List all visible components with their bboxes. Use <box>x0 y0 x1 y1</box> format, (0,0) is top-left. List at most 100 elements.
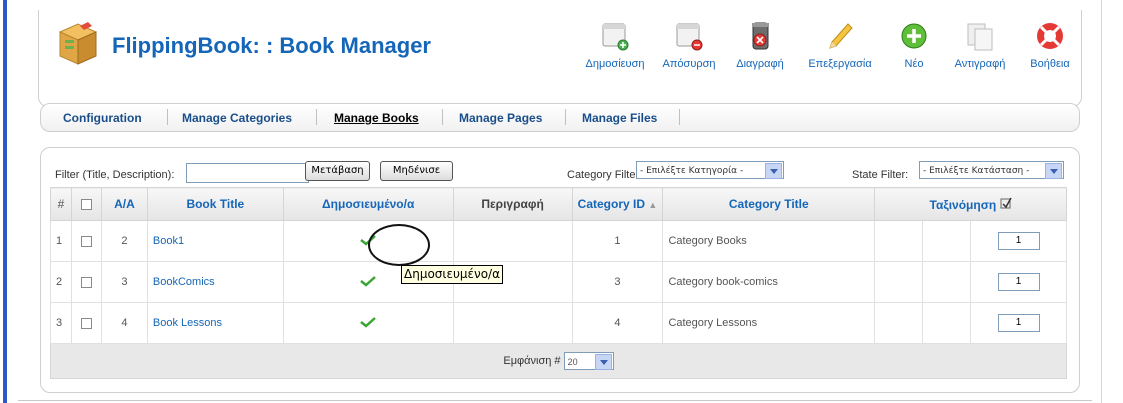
row-description <box>452 302 573 344</box>
tab-separator <box>679 109 680 125</box>
new-button[interactable]: Νέο <box>898 20 930 70</box>
unpublish-button[interactable]: Απόσυρση <box>659 20 719 70</box>
row-description <box>452 220 573 262</box>
col-book-title[interactable]: Book Title <box>146 187 284 221</box>
copy-button[interactable]: Αντιγραφή <box>951 20 1009 70</box>
book-title-link[interactable]: Book Lessons <box>146 302 284 344</box>
tab-configuration[interactable]: Configuration <box>63 111 142 125</box>
tab-manage-pages[interactable]: Manage Pages <box>459 111 542 125</box>
row-select <box>70 302 102 344</box>
category-filter-select[interactable]: - Επιλέξτε Κατηγορία - <box>636 161 784 179</box>
unpublish-icon <box>673 20 705 52</box>
state-filter-label: State Filter: <box>852 169 909 181</box>
page-title: FlippingBook: : Book Manager <box>112 33 431 58</box>
tab-separator <box>167 109 168 125</box>
row-category-id: 4 <box>571 302 664 344</box>
tab-manage-books[interactable]: Manage Books <box>334 111 419 125</box>
row-checkbox[interactable] <box>80 317 92 329</box>
col-category-id[interactable]: Category ID ▲ <box>571 187 664 221</box>
row-category-title: Category Books <box>662 220 876 262</box>
col-published[interactable]: Δημοσιευμένο/α <box>282 187 454 221</box>
edit-label: Επεξεργασία <box>808 58 872 70</box>
reset-button[interactable]: Μηδένισε <box>380 161 453 181</box>
row-category-title: Category book-comics <box>662 261 876 303</box>
book-title-link[interactable]: BookComics <box>146 261 284 303</box>
new-label: Νέο <box>904 58 924 70</box>
published-tooltip: Δημοσιευμένο/α <box>401 265 504 284</box>
row-order-up <box>874 302 924 344</box>
col-aa[interactable]: A/A <box>100 187 148 221</box>
publish-icon <box>599 20 631 52</box>
row-category-id: 3 <box>571 261 664 303</box>
row-published <box>282 302 454 344</box>
go-button[interactable]: Μετάβαση <box>305 161 370 181</box>
delete-label: Διαγραφή <box>736 58 784 70</box>
help-icon <box>1034 20 1066 52</box>
col-ordering-label: Ταξινόμηση <box>929 197 997 212</box>
edit-icon <box>824 20 856 52</box>
display-count-value: 20 <box>567 357 578 367</box>
edit-button[interactable]: Επεξεργασία <box>804 20 876 70</box>
chevron-down-icon <box>594 354 612 370</box>
row-checkbox[interactable] <box>80 276 92 288</box>
state-filter-value: - Επιλέξτε Κατάσταση - <box>923 166 1030 176</box>
row-order-up <box>874 261 924 303</box>
pagination-footer: Εμφάνιση # 20 <box>50 343 1067 379</box>
col-ordering[interactable]: Ταξινόμηση <box>874 187 1067 221</box>
book-manager-logo-icon <box>56 20 98 68</box>
sort-asc-icon: ▲ <box>648 200 658 210</box>
copy-label: Αντιγραφή <box>954 58 1006 70</box>
chevron-down-icon <box>1045 163 1062 179</box>
category-filter-label: Category Filter: <box>567 169 643 181</box>
row-checkbox[interactable] <box>80 235 92 247</box>
tab-manage-files[interactable]: Manage Files <box>582 111 657 125</box>
row-select <box>70 220 102 262</box>
right-divider <box>1101 0 1102 403</box>
publish-label: Δημοσίευση <box>585 58 645 70</box>
table-row: 2 3 BookComics 3 Category book-comics 1 <box>50 261 1067 303</box>
delete-icon <box>744 20 776 52</box>
row-aa: 2 <box>100 220 148 262</box>
annotation-circle <box>368 224 430 266</box>
display-count-label: Εμφάνιση # <box>503 354 561 367</box>
row-order-up <box>874 220 924 262</box>
row-aa: 3 <box>100 261 148 303</box>
category-filter-value: - Επιλέξτε Κατηγορία - <box>640 166 744 176</box>
table-header-row: # A/A Book Title Δημοσιευμένο/α Περιγραφ… <box>50 187 1067 221</box>
col-description: Περιγραφή <box>452 187 573 221</box>
published-check-icon[interactable] <box>360 316 377 328</box>
row-order-cell: 1 <box>970 302 1067 344</box>
row-number: 2 <box>50 261 72 303</box>
order-input[interactable]: 1 <box>997 232 1040 250</box>
select-all-checkbox[interactable] <box>80 199 92 211</box>
row-order-cell: 1 <box>970 261 1067 303</box>
publish-button[interactable]: Δημοσίευση <box>585 20 645 70</box>
order-input[interactable]: 1 <box>997 314 1040 332</box>
row-order-cell: 1 <box>970 220 1067 262</box>
tab-separator <box>565 109 566 125</box>
unpublish-label: Απόσυρση <box>662 58 716 70</box>
published-check-icon[interactable] <box>360 275 377 287</box>
col-number: # <box>50 187 72 221</box>
row-order-down <box>922 220 971 262</box>
col-category-id-label: Category ID <box>577 197 646 211</box>
tab-manage-categories[interactable]: Manage Categories <box>182 111 292 125</box>
help-label: Βοήθεια <box>1030 58 1070 70</box>
help-button[interactable]: Βοήθεια <box>1024 20 1076 70</box>
row-order-down <box>922 302 971 344</box>
new-icon <box>898 20 930 52</box>
col-category-title[interactable]: Category Title <box>662 187 876 221</box>
state-filter-select[interactable]: - Επιλέξτε Κατάσταση - <box>919 161 1064 179</box>
filter-input[interactable] <box>186 163 309 183</box>
save-order-icon[interactable] <box>1000 197 1012 212</box>
tab-separator <box>316 109 317 125</box>
display-count-select[interactable]: 20 <box>563 352 614 370</box>
order-input[interactable]: 1 <box>997 273 1040 291</box>
delete-button[interactable]: Διαγραφή <box>730 20 790 70</box>
row-category-id: 1 <box>571 220 664 262</box>
col-select-all <box>70 187 102 221</box>
chevron-down-icon <box>765 163 782 179</box>
tab-separator <box>442 109 443 125</box>
filter-label: Filter (Title, Description): <box>55 169 175 181</box>
book-title-link[interactable]: Book1 <box>146 220 284 262</box>
